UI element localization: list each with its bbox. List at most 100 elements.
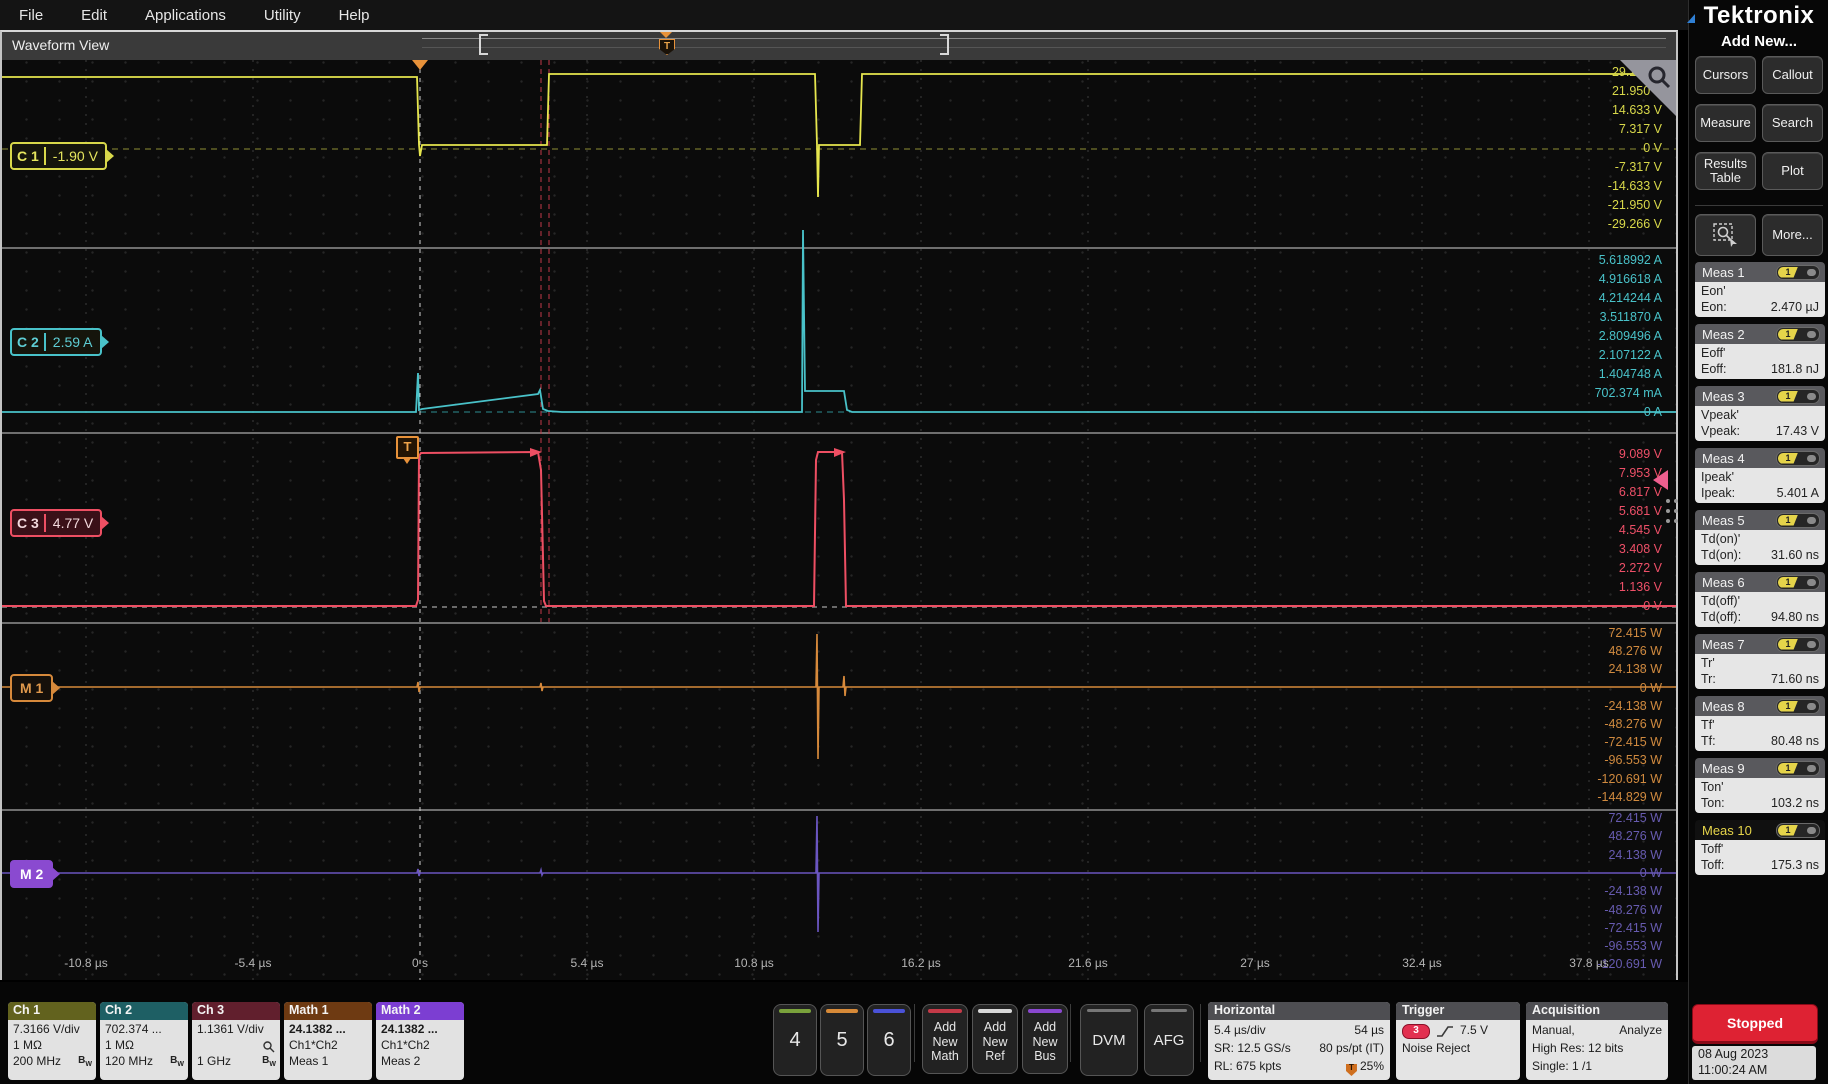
measurement-card[interactable]: Meas 4 1 Ipeak' Ipeak: 5.401 A [1695,448,1825,503]
channel-bandwidth: Meas 2 [381,1054,420,1070]
channel-card[interactable]: Ch 3 1.1361 V/div 1 GHz BW [192,1002,280,1080]
logo-accent-icon [1687,14,1695,23]
trigger-settings-card[interactable]: Trigger 3 7.5 V Noise Reject [1396,1002,1520,1080]
measurement-card[interactable]: Meas 10 1 Toff' Toff: 175.3 ns [1695,820,1825,875]
channel-scale: 1.1361 V/div [197,1022,264,1038]
measurement-value: 31.60 ns [1771,548,1819,562]
math-badge-m1[interactable]: M 1 [10,674,53,702]
measurement-label: Eon: [1701,300,1727,314]
measurement-card[interactable]: Meas 9 1 Ton' Ton: 103.2 ns [1695,758,1825,813]
channel-badge-c3[interactable]: C 3 4.77 V [10,509,102,537]
m2-axis-label: -24.138 W [1604,884,1662,898]
trigger-position-top-icon[interactable] [412,60,428,70]
sidebar-button[interactable]: Callout [1762,56,1823,94]
time-axis-label: 37.8 µs [1569,956,1609,970]
measurement-source-badge[interactable]: 1 [1776,761,1820,776]
c1-axis-label: -29.266 V [1608,217,1662,231]
channel-card[interactable]: Ch 2 702.374 ... 1 MΩ 120 MHz BW [100,1002,188,1080]
m1-axis-label: -96.553 W [1604,753,1662,767]
menu-item[interactable]: Utility [245,7,320,24]
menu-item[interactable]: Help [320,7,389,24]
measurement-value: 80.48 ns [1771,734,1819,748]
c2-axis-label: 4.214244 A [1599,291,1662,305]
sidebar-button[interactable]: Search [1762,104,1823,142]
measurement-source-badge[interactable]: 1 [1776,265,1820,280]
zoom-window-right-bracket[interactable] [940,34,949,55]
channel-scale: 24.1382 ... [381,1022,438,1038]
channel-enable-button[interactable]: 6 [867,1004,911,1076]
trigger-marker-icon[interactable]: T [659,39,675,55]
measurement-card[interactable]: Meas 1 1 Eon' Eon: 2.470 µJ [1695,262,1825,317]
measurement-source-badge[interactable]: 1 [1776,389,1820,404]
dvm-button[interactable]: DVM [1080,1004,1138,1076]
channel-enable-button[interactable]: 5 [820,1004,864,1076]
panel-resize-grip[interactable] [1664,492,1680,530]
waveform-plot[interactable]: T C 1 -1.90 V C 2 2.59 A C 3 4.77 V M 1 [2,60,1676,980]
measurement-source-badge[interactable]: 1 [1776,513,1820,528]
horizontal-header: Horizontal [1208,1002,1390,1020]
measurement-label: Ton: [1701,796,1725,810]
sidebar-button[interactable]: Cursors [1695,56,1756,94]
channel-bandwidth: Meas 1 [289,1054,328,1070]
source-number: 1 [1778,825,1798,836]
measurement-value: 175.3 ns [1771,858,1819,872]
m2-axis-label: 48.276 W [1608,829,1662,843]
measurement-card[interactable]: Meas 5 1 Td(on)' Td(on): 31.60 ns [1695,510,1825,565]
afg-button[interactable]: AFG [1144,1004,1194,1076]
channel-enable-button[interactable]: 4 [773,1004,817,1076]
time-axis-label: 32.4 µs [1402,956,1442,970]
add-new-button[interactable]: AddNewRef [972,1004,1018,1074]
sidebar-button[interactable]: Measure [1695,104,1756,142]
horizontal-settings-card[interactable]: Horizontal 5.4 µs/div54 µs SR: 12.5 GS/s… [1208,1002,1390,1080]
menu-item[interactable]: Applications [126,7,245,24]
zoom-window-left-bracket[interactable] [479,34,488,55]
measurement-card[interactable]: Meas 7 1 Tr' Tr: 71.60 ns [1695,634,1825,689]
measurement-source-badge[interactable]: 1 [1776,699,1820,714]
measurement-source-badge[interactable]: 1 [1776,327,1820,342]
measurement-card[interactable]: Meas 2 1 Eoff' Eoff: 181.8 nJ [1695,324,1825,379]
acquisition-settings-card[interactable]: Acquisition Manual,Analyze High Res: 12 … [1526,1002,1668,1080]
measurement-expression: Ipeak' [1701,470,1819,484]
source-number: 1 [1778,515,1798,526]
menu-item[interactable]: File [0,7,62,24]
measurement-source-badge[interactable]: 1 [1776,451,1820,466]
m2-axis-label: 24.138 W [1608,848,1662,862]
bottom-separator [1200,1004,1201,1062]
c2-axis-label: 3.511870 A [1600,310,1662,324]
menu-item[interactable]: Edit [62,7,126,24]
more-button[interactable]: More... [1762,214,1823,256]
measurement-source-badge[interactable]: 1 [1776,575,1820,590]
math-badge-id: M 2 [20,866,43,882]
add-new-button[interactable]: AddNewBus [1022,1004,1068,1074]
tab-waveform-view[interactable]: Waveform View [12,37,109,53]
time-axis-label: 0 s [412,956,428,970]
measurement-value: 71.60 ns [1771,672,1819,686]
time-axis-label: 21.6 µs [1068,956,1108,970]
channel-card[interactable]: Ch 1 7.3166 V/div 1 MΩ 200 MHz B [8,1002,96,1080]
channel-card[interactable]: Math 2 24.1382 ... Ch1*Ch2 Meas 2 [376,1002,464,1080]
measurement-source-badge[interactable]: 1 [1776,823,1820,838]
trigger-source-badge[interactable]: T [396,436,419,459]
sidebar-button[interactable]: Plot [1762,152,1823,190]
measurement-source-badge[interactable]: 1 [1776,637,1820,652]
measurement-label: Eoff: [1701,362,1726,376]
badge-pointer-icon [106,149,114,163]
measurement-card[interactable]: Meas 8 1 Tf' Tf: 80.48 ns [1695,696,1825,751]
channel-badge-c1[interactable]: C 1 -1.90 V [10,142,107,170]
zoom-overview-ruler[interactable] [422,38,1666,39]
measurement-name: Meas 9 [1702,761,1745,776]
m1-axis-label: 48.276 W [1608,644,1662,658]
measurement-card[interactable]: Meas 6 1 Td(off)' Td(off): 94.80 ns [1695,572,1825,627]
channel-badge-c2[interactable]: C 2 2.59 A [10,328,102,356]
zoom-select-button[interactable] [1695,214,1756,256]
source-number: 1 [1778,391,1798,402]
measurement-card[interactable]: Meas 3 1 Vpeak' Vpeak: 17.43 V [1695,386,1825,441]
add-new-button[interactable]: AddNewMath [922,1004,968,1074]
run-stop-status-button[interactable]: Stopped [1692,1004,1818,1044]
measurement-name: Meas 2 [1702,327,1745,342]
math-badge-m2[interactable]: M 2 [10,860,53,888]
bandwidth-limit-icon: BW [170,1054,184,1069]
trigger-source-pill: 3 [1402,1024,1430,1039]
sidebar-button[interactable]: Results Table [1695,152,1756,190]
channel-card[interactable]: Math 1 24.1382 ... Ch1*Ch2 Meas 1 [284,1002,372,1080]
